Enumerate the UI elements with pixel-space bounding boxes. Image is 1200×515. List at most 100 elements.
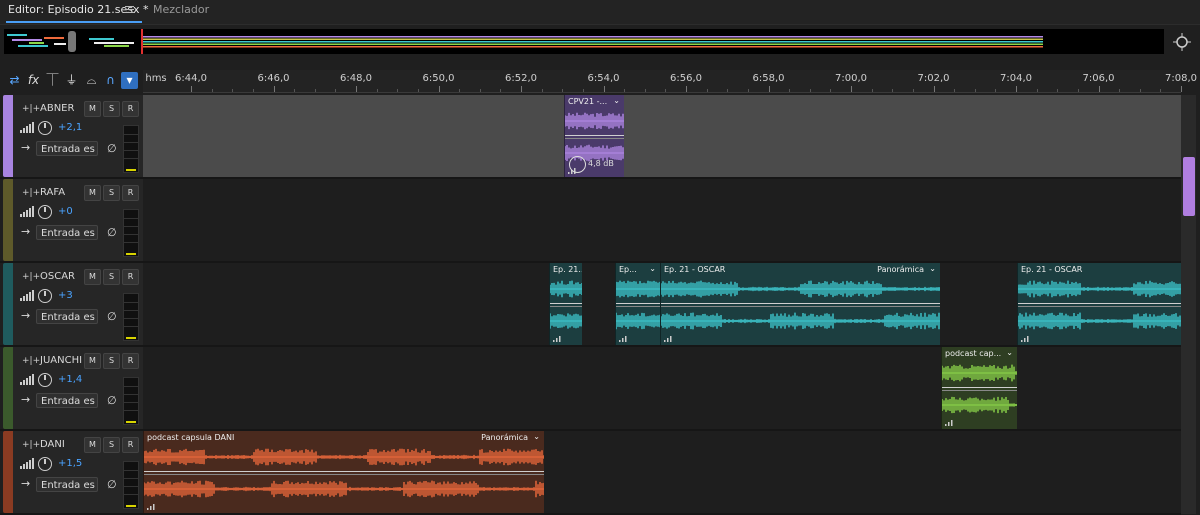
record-arm-button[interactable]: R <box>122 353 139 369</box>
track-name[interactable]: JUANCHI <box>40 355 82 366</box>
solo-button[interactable]: S <box>103 353 120 369</box>
ruler-label: 6:46,0 <box>257 73 290 84</box>
input-select[interactable]: Entrada es › <box>36 393 98 408</box>
chevron-down-icon[interactable]: ⌄ <box>1006 348 1013 357</box>
solo-button[interactable]: S <box>103 437 120 453</box>
audio-clip[interactable]: podcast cap... ⌄ <box>941 347 1017 429</box>
mute-button[interactable]: M <box>84 437 101 453</box>
track-name[interactable]: RAFA <box>40 187 65 198</box>
clip-divider <box>942 390 1017 391</box>
track-name[interactable]: DANI <box>40 439 65 450</box>
track-color-bar[interactable] <box>3 179 13 261</box>
volume-knob[interactable] <box>38 373 52 387</box>
swap-icon[interactable]: ⇄ <box>6 72 23 89</box>
track-header[interactable]: +|+ OSCAR M S R +3 → Entrada es › ∅ <box>13 263 143 345</box>
session-overview[interactable] <box>4 29 1164 54</box>
fx-icon[interactable]: fx <box>25 72 42 89</box>
tab-mixer[interactable]: Mezclador <box>153 3 209 16</box>
chevron-down-icon[interactable]: ⌄ <box>533 432 540 441</box>
clip-volume-line[interactable] <box>616 303 660 304</box>
input-select[interactable]: Entrada es › <box>36 309 98 324</box>
volume-knob[interactable] <box>38 457 52 471</box>
phase-invert-icon[interactable]: ∅ <box>107 226 117 239</box>
track-color-bar[interactable] <box>3 431 13 513</box>
mute-button[interactable]: M <box>84 101 101 117</box>
send-icon[interactable]: ⏉ <box>44 72 61 89</box>
audio-clip[interactable]: CPV21 -... ⌄ 4,8 dB <box>564 95 624 177</box>
record-arm-button[interactable]: R <box>122 185 139 201</box>
waveform-icon: +|+ <box>22 272 41 282</box>
tab-menu-icon[interactable] <box>125 6 134 15</box>
waveform <box>550 280 582 298</box>
ruler-label: 6:56,0 <box>670 73 702 84</box>
clip-volume-line[interactable] <box>565 135 624 136</box>
clip-volume-line[interactable] <box>144 471 544 472</box>
clip-volume-line[interactable] <box>942 387 1017 388</box>
track-color-bar[interactable] <box>3 95 13 177</box>
volume-knob[interactable] <box>38 205 52 219</box>
clip-volume-line[interactable] <box>1018 303 1181 304</box>
solo-button[interactable]: S <box>103 185 120 201</box>
input-select[interactable]: Entrada es › <box>36 141 98 156</box>
phase-invert-icon[interactable]: ∅ <box>107 478 117 491</box>
ruler-label: 6:52,0 <box>505 73 537 84</box>
audio-clip[interactable]: Ep. 21 - OSCAR Panorámica ⌄ <box>660 263 940 345</box>
input-select[interactable]: Entrada es › <box>36 477 98 492</box>
chevron-down-icon[interactable]: ⌄ <box>649 264 656 273</box>
magnet-icon[interactable]: ∩ <box>102 72 119 89</box>
eq-curve-icon[interactable]: ⌓ <box>83 72 100 89</box>
level-meter <box>123 377 139 425</box>
track-header[interactable]: +|+ RAFA M S R +0 → Entrada es › ∅ <box>13 179 143 261</box>
solo-button[interactable]: S <box>103 101 120 117</box>
record-arm-button[interactable]: R <box>122 101 139 117</box>
solo-button[interactable]: S <box>103 269 120 285</box>
record-arm-button[interactable]: R <box>122 269 139 285</box>
audio-clip[interactable]: Ep... ⌄ <box>615 263 660 345</box>
volume-knob[interactable] <box>38 121 52 135</box>
mute-button[interactable]: M <box>84 353 101 369</box>
mute-button[interactable]: M <box>84 269 101 285</box>
vertical-scroll-thumb[interactable] <box>1183 157 1195 216</box>
ruler-minor-tick <box>954 89 956 92</box>
audio-clip[interactable]: Ep. 21... <box>549 263 582 345</box>
eq-icon[interactable]: ⏚ <box>63 72 80 89</box>
phase-invert-icon[interactable]: ∅ <box>107 394 117 407</box>
volume-knob[interactable] <box>38 289 52 303</box>
track-header[interactable]: +|+ DANI M S R +1,5 → Entrada es › ∅ <box>13 431 143 513</box>
phase-invert-icon[interactable]: ∅ <box>107 310 117 323</box>
chevron-down-icon[interactable]: ⌄ <box>929 264 936 273</box>
clip-gain-knob-icon[interactable] <box>569 156 586 173</box>
audio-clip[interactable]: Ep. 21 - OSCAR <box>1017 263 1181 345</box>
track-header[interactable]: +|+ ABNER M S R +2,1 → Entrada es › ∅ <box>13 95 143 177</box>
volume-value[interactable]: +2,1 <box>58 122 82 133</box>
track-toolbar: ⇄ fx ⏉ ⏚ ⌓ ∩ ▾ <box>0 70 143 92</box>
volume-value[interactable]: +1,4 <box>58 374 82 385</box>
phase-invert-icon[interactable]: ∅ <box>107 142 117 155</box>
zoom-navigator-icon[interactable] <box>1172 32 1192 52</box>
record-arm-button[interactable]: R <box>122 437 139 453</box>
volume-value[interactable]: +3 <box>58 290 73 301</box>
track-name[interactable]: ABNER <box>40 103 74 114</box>
track-header[interactable]: +|+ JUANCHI M S R +1,4 → Entrada es › ∅ <box>13 347 143 429</box>
clip-gain-icon <box>147 504 155 510</box>
track-lane[interactable] <box>143 179 1181 261</box>
clip-volume-line[interactable] <box>550 303 582 304</box>
track-lane[interactable] <box>143 95 1181 177</box>
waveform <box>616 312 660 330</box>
input-select[interactable]: Entrada es › <box>36 225 98 240</box>
ruler-tick <box>356 86 357 92</box>
chevron-down-icon[interactable]: ⌄ <box>613 96 620 105</box>
audio-clip[interactable]: podcast capsula DANI Panorámica ⌄ <box>143 431 544 513</box>
track-lane[interactable] <box>143 347 1181 429</box>
track-name[interactable]: OSCAR <box>40 271 75 282</box>
clip-volume-line[interactable] <box>661 303 940 304</box>
time-ruler[interactable]: hms 6:44,0 6:46,0 6:48,0 6:50,0 6:52,0 6:54,0… <box>143 70 1197 93</box>
volume-value[interactable]: +1,5 <box>58 458 82 469</box>
track-color-bar[interactable] <box>3 263 13 345</box>
marker-icon[interactable]: ▾ <box>121 72 138 89</box>
ruler-label: 6:54,0 <box>587 73 620 84</box>
track-color-bar[interactable] <box>3 347 13 429</box>
volume-value[interactable]: +0 <box>58 206 73 217</box>
mute-button[interactable]: M <box>84 185 101 201</box>
overview-track-lines <box>143 36 1043 48</box>
